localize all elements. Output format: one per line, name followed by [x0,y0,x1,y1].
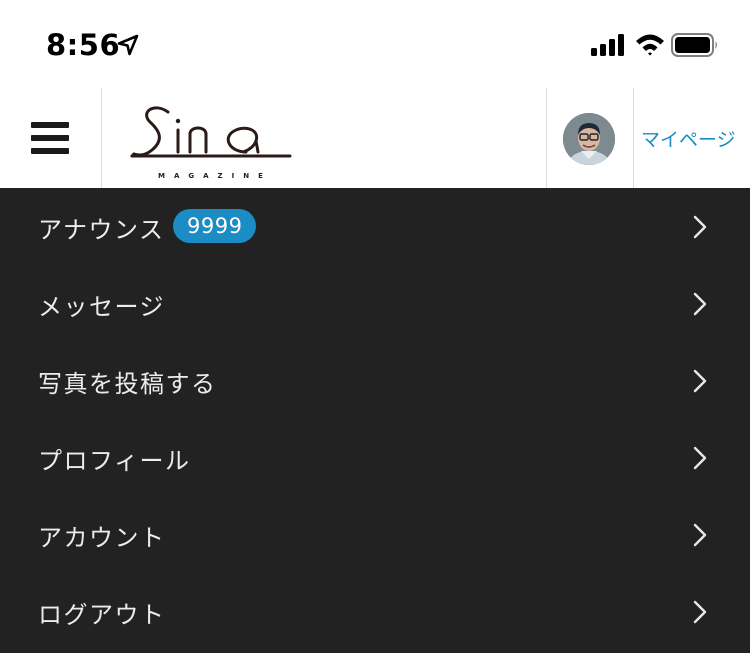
header-divider [633,88,634,188]
status-bar: 8:56 [0,0,750,88]
status-time: 8:56 [46,28,121,62]
chevron-right-icon [693,523,707,547]
menu-item-account[interactable]: アカウント [0,496,750,573]
avatar-image [563,113,615,165]
mypage-link[interactable]: マイページ [641,125,736,152]
chevron-right-icon [693,292,707,316]
header-divider [101,88,102,188]
header-divider [546,88,547,188]
hamburger-line [31,122,69,128]
user-avatar[interactable] [563,113,615,165]
hamburger-line [31,148,69,154]
menu-item-logout[interactable]: ログアウト [0,573,750,650]
menu-item-label: アナウンス [38,216,165,244]
menu-item-announce[interactable]: アナウンス 9999 [0,188,750,265]
menu-item-label: プロフィール [38,447,191,475]
menu-item-label: 写真を投稿する [38,370,217,398]
hamburger-line [31,135,69,141]
logo-subtitle: MAGAZINE [158,172,272,180]
chevron-right-icon [693,215,707,239]
announce-count-badge: 9999 [173,209,257,243]
chevron-right-icon [693,369,707,393]
menu-item-label: アカウント [38,524,166,552]
chevron-right-icon [693,446,707,470]
menu-item-post-photo[interactable]: 写真を投稿する [0,342,750,419]
hamburger-menu-button[interactable] [31,122,69,154]
chevron-right-icon [693,600,707,624]
menu-item-profile[interactable]: プロフィール [0,419,750,496]
sina-logo[interactable] [130,96,292,162]
app-header: MAGAZINE マイページ [0,88,750,188]
menu-item-label: ログアウト [38,601,166,629]
cellular-signal-icon [591,34,624,56]
menu-item-label: メッセージ [38,293,166,321]
battery-icon [671,33,717,57]
menu-item-messages[interactable]: メッセージ [0,265,750,342]
wifi-icon [636,34,664,56]
dropdown-menu: アナウンス 9999 メッセージ 写真を投稿する プロフィール アカウント ログ… [0,188,750,653]
location-arrow-icon [117,34,139,56]
